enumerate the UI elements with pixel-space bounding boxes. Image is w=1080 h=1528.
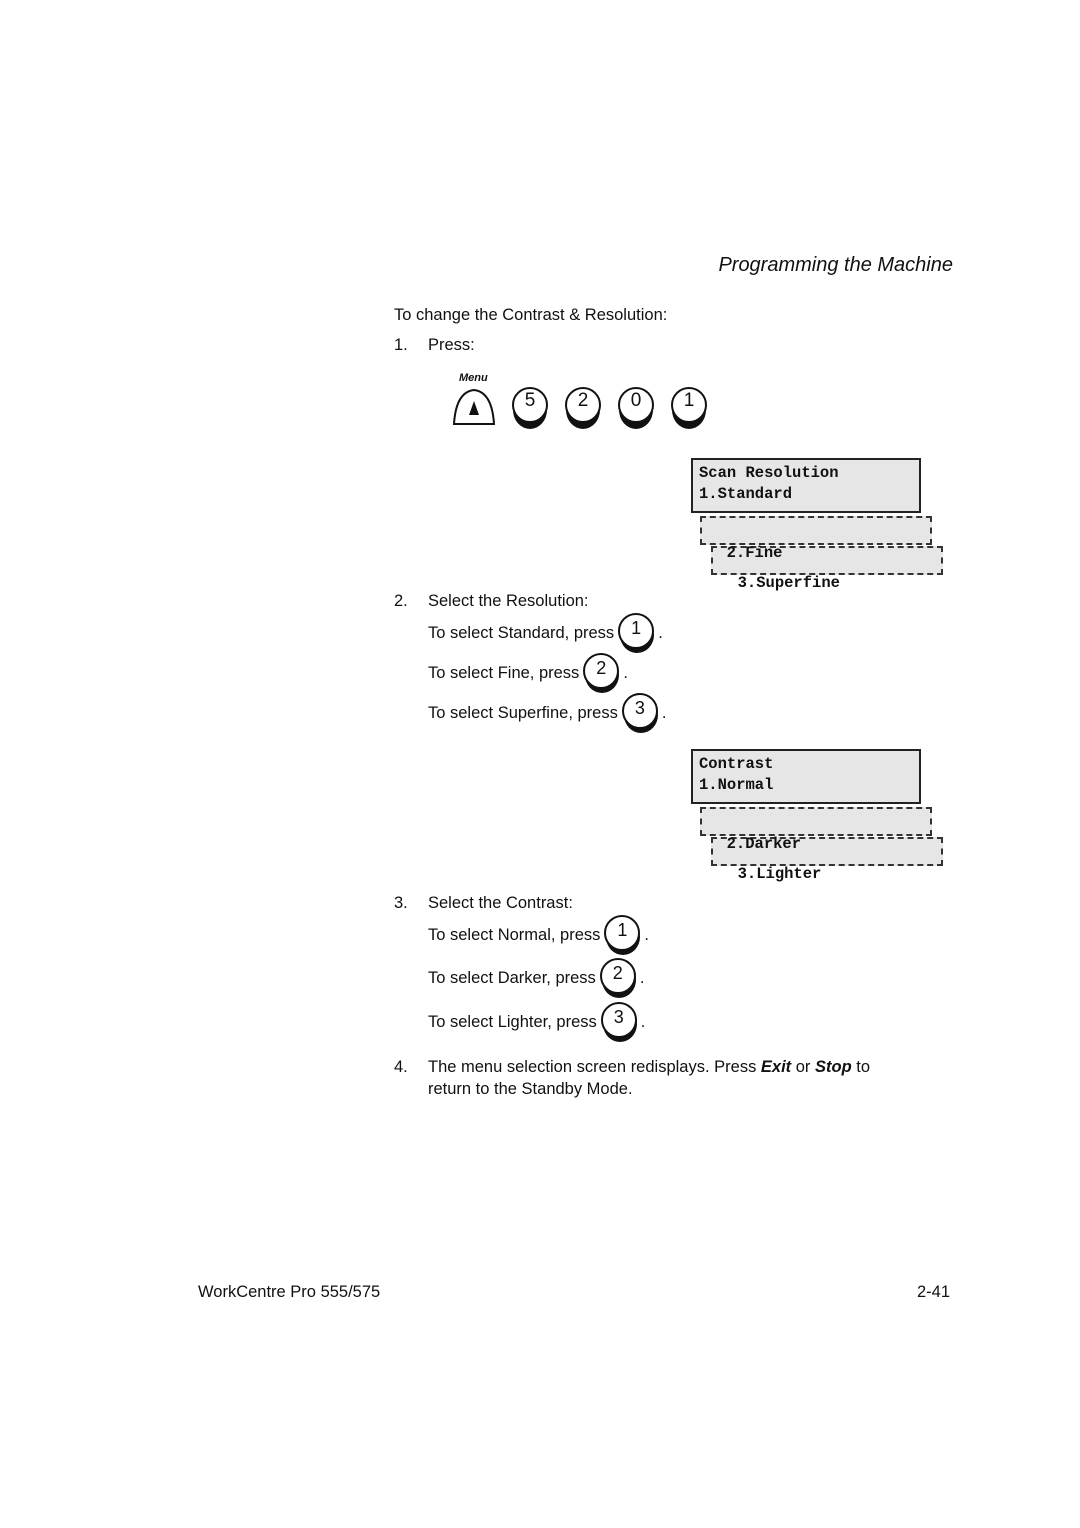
step-1-number: 1. bbox=[394, 336, 408, 354]
contrast-display: Contrast 1.Normal bbox=[691, 749, 921, 804]
step-3-item-lighter: To select Lighter, press 3 . bbox=[428, 1001, 645, 1043]
stop-key-label: Stop bbox=[815, 1058, 852, 1076]
lcd-title: Contrast bbox=[699, 755, 774, 773]
step-2-item-standard: To select Standard, press 1 . bbox=[428, 612, 663, 654]
footer-page-number: 2-41 bbox=[916, 1283, 950, 1301]
menu-key-button[interactable] bbox=[450, 384, 498, 428]
lcd-option-1: 1.Normal bbox=[699, 776, 774, 794]
lcd-title: Scan Resolution bbox=[699, 464, 839, 482]
lcd-option-2: 2.Fine bbox=[700, 516, 932, 562]
step-2-text: Select the Resolution: bbox=[428, 592, 589, 610]
key-0[interactable]: 0 bbox=[618, 386, 654, 429]
key-2-button[interactable]: 2 bbox=[583, 652, 623, 694]
step-2-item-fine: To select Fine, press 2 . bbox=[428, 652, 628, 694]
exit-key-label: Exit bbox=[760, 1058, 792, 1076]
step-2-number: 2. bbox=[394, 592, 408, 610]
intro-text: To change the Contrast & Resolution: bbox=[394, 306, 668, 324]
up-triangle-icon bbox=[452, 388, 496, 425]
section-title: Programming the Machine bbox=[718, 254, 953, 276]
menu-key-label: Menu bbox=[459, 372, 488, 384]
step-3-item-normal: To select Normal, press 1 . bbox=[428, 914, 649, 956]
key-1-button[interactable]: 1 bbox=[618, 612, 658, 654]
step-2-item-superfine: To select Superfine, press 3 . bbox=[428, 692, 666, 734]
step-3-number: 3. bbox=[394, 894, 408, 912]
step-1-text: Press: bbox=[428, 336, 475, 354]
key-sequence: 5 2 0 1 bbox=[512, 386, 707, 429]
scan-resolution-display: Scan Resolution 1.Standard bbox=[691, 458, 921, 513]
step-3-item-darker: To select Darker, press 2 . bbox=[428, 957, 644, 999]
lcd-option-2: 2.Darker bbox=[700, 807, 932, 853]
key-3-button[interactable]: 3 bbox=[600, 1001, 641, 1043]
key-3-button[interactable]: 3 bbox=[621, 692, 662, 734]
key-5[interactable]: 5 bbox=[512, 386, 548, 429]
key-1-button[interactable]: 1 bbox=[604, 914, 644, 956]
step-4-text: The menu selection screen redisplays. Pr… bbox=[428, 1058, 871, 1076]
step-4-number: 4. bbox=[394, 1058, 408, 1076]
step-4-text-continued: return to the Standby Mode. bbox=[428, 1080, 633, 1098]
lcd-option-1: 1.Standard bbox=[699, 485, 793, 503]
step-3-text: Select the Contrast: bbox=[428, 894, 573, 912]
key-2[interactable]: 2 bbox=[565, 386, 601, 429]
key-1[interactable]: 1 bbox=[671, 386, 707, 429]
key-2-button[interactable]: 2 bbox=[599, 957, 640, 999]
